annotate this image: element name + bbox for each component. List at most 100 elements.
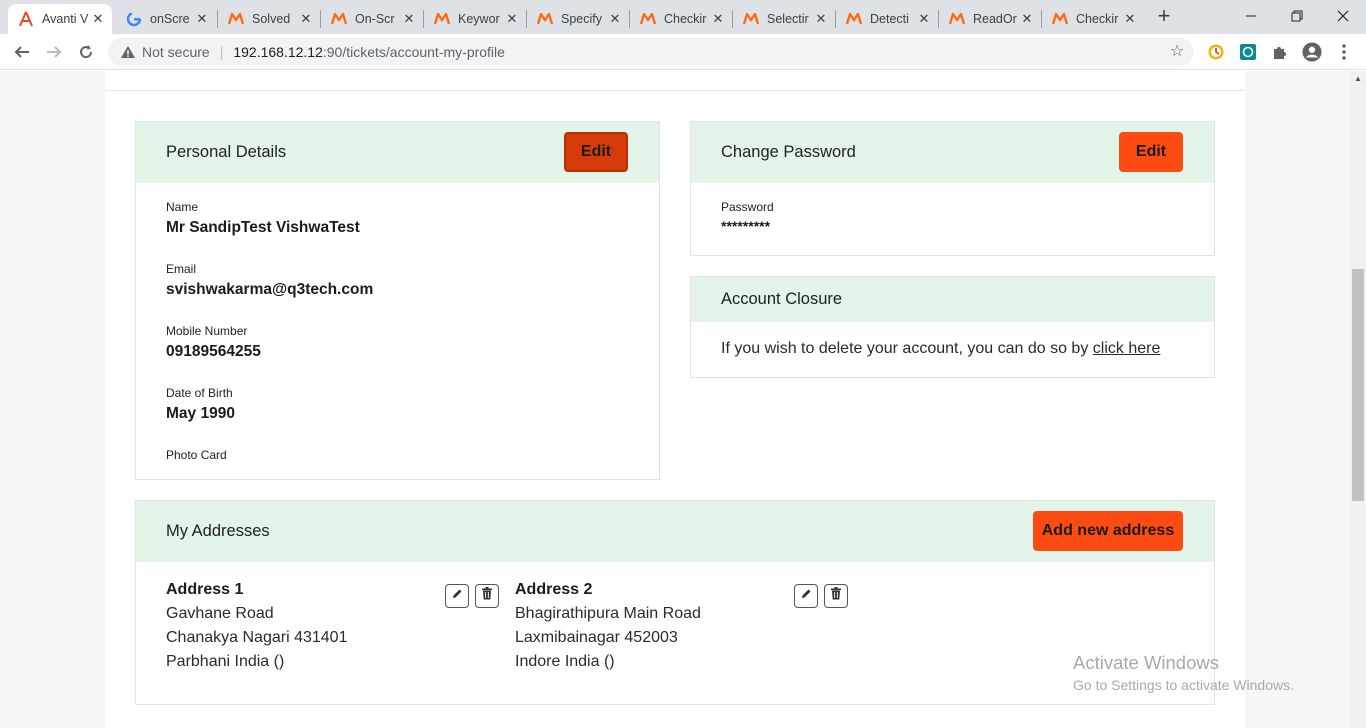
tab-readonly[interactable]: ReadOr ✕ <box>939 4 1041 34</box>
my-addresses-title: My Addresses <box>166 522 270 540</box>
activate-windows-title: Activate Windows <box>1073 652 1219 673</box>
edit-address-1-button[interactable] <box>445 584 469 608</box>
katalon-icon <box>949 11 965 27</box>
address-2-line1: Bhagirathipura Main Road <box>515 605 701 622</box>
close-icon[interactable]: ✕ <box>504 11 520 27</box>
tab-label: Checkir <box>1076 12 1119 26</box>
close-icon[interactable]: ✕ <box>194 11 210 27</box>
email-value: svishwakarma@q3tech.com <box>166 281 374 298</box>
page-scrollbar[interactable]: ▲ <box>1350 71 1366 728</box>
restore-button[interactable] <box>1274 0 1320 32</box>
address-1-line1: Gavhane Road <box>166 605 274 622</box>
tab-strip: Avanti V ✕ onScre ✕ Solved ✕ On-Scr ✕ Ke… <box>0 0 1366 34</box>
dob-label: Date of Birth <box>166 386 233 400</box>
katalon-icon <box>434 11 450 27</box>
page-viewport: Personal Details Edit Name Mr SandipTest… <box>0 71 1350 728</box>
close-icon[interactable]: ✕ <box>607 11 623 27</box>
change-password-title: Change Password <box>721 143 856 161</box>
my-addresses-card: My Addresses Add new address Address 1 G… <box>135 500 1215 705</box>
close-icon[interactable]: ✕ <box>916 11 932 27</box>
close-icon[interactable]: ✕ <box>1122 11 1138 27</box>
new-tab-button[interactable]: + <box>1152 5 1176 29</box>
katalon-icon <box>537 11 553 27</box>
close-icon[interactable]: ✕ <box>813 11 829 27</box>
tab-label: Detecti <box>870 12 909 26</box>
google-icon <box>126 11 142 27</box>
trash-icon <box>481 587 493 605</box>
scrollbar-thumb[interactable] <box>1352 269 1364 501</box>
email-label: Email <box>166 262 197 276</box>
tab-keyword[interactable]: Keywor ✕ <box>424 4 526 34</box>
tab-checking-2[interactable]: Checkir ✕ <box>1042 4 1144 34</box>
profile-page: Personal Details Edit Name Mr SandipTest… <box>105 71 1245 728</box>
close-icon[interactable]: ✕ <box>298 11 314 27</box>
activate-windows-subtitle: Go to Settings to activate Windows. <box>1073 677 1294 693</box>
edit-password-button[interactable]: Edit <box>1119 132 1183 172</box>
page-divider <box>105 90 1245 91</box>
delete-address-2-button[interactable] <box>824 584 848 608</box>
forward-arrow-icon[interactable] <box>42 40 66 64</box>
extension-clock-icon[interactable] <box>1206 42 1226 62</box>
name-value: Mr SandipTest VishwaTest <box>166 219 360 236</box>
account-closure-card: Account Closure If you wish to delete yo… <box>690 276 1215 378</box>
url-host: 192.168.12.12 <box>233 44 323 60</box>
account-closure-title: Account Closure <box>721 290 843 308</box>
extension-teal-icon[interactable] <box>1238 42 1258 62</box>
avanti-logo-icon <box>18 11 34 27</box>
close-icon[interactable]: ✕ <box>401 11 417 27</box>
scroll-up-arrow-icon[interactable]: ▲ <box>1354 75 1362 83</box>
minimize-button[interactable] <box>1228 0 1274 32</box>
password-label: Password <box>721 200 774 214</box>
close-icon[interactable]: ✕ <box>90 11 106 27</box>
mobile-label: Mobile Number <box>166 324 248 338</box>
photo-card-label: Photo Card <box>166 448 227 462</box>
close-icon[interactable]: ✕ <box>1019 11 1035 27</box>
address-1-title: Address 1 <box>166 581 244 598</box>
add-new-address-button[interactable]: Add new address <box>1033 511 1183 551</box>
security-status[interactable]: Not secure <box>142 44 210 60</box>
tab-label: Checkir <box>664 12 707 26</box>
dob-value: May 1990 <box>166 405 235 422</box>
tab-avanti[interactable]: Avanti V ✕ <box>8 4 112 34</box>
browser-toolbar: Not secure | 192.168.12.12:90/tickets/ac… <box>0 34 1366 70</box>
puzzle-icon[interactable] <box>1270 42 1290 62</box>
delete-address-1-button[interactable] <box>475 584 499 608</box>
profile-avatar-icon[interactable] <box>1302 42 1322 62</box>
delete-account-link[interactable]: click here <box>1093 340 1161 357</box>
tab-label: Solved <box>252 12 291 26</box>
pencil-icon <box>451 587 463 605</box>
tab-checking-1[interactable]: Checkir ✕ <box>630 4 732 34</box>
edit-address-2-button[interactable] <box>794 584 818 608</box>
tab-label: onScre <box>150 12 190 26</box>
close-window-button[interactable] <box>1320 0 1366 32</box>
name-label: Name <box>166 200 199 214</box>
tab-on-screen[interactable]: On-Scr ✕ <box>321 4 423 34</box>
address-1-line2: Chanakya Nagari 431401 <box>166 629 348 646</box>
katalon-icon <box>846 11 862 27</box>
browser-menu-icon[interactable] <box>1334 42 1354 62</box>
personal-details-title: Personal Details <box>166 143 287 161</box>
tab-onscreen[interactable]: onScre ✕ <box>116 4 216 34</box>
katalon-icon <box>743 11 759 27</box>
address-2-title: Address 2 <box>515 581 593 598</box>
tab-label: Avanti V <box>42 12 89 26</box>
katalon-icon <box>331 11 347 27</box>
account-closure-header: Account Closure <box>691 277 1214 322</box>
address-bar[interactable]: Not secure | 192.168.12.12:90/tickets/ac… <box>108 38 1194 66</box>
reload-icon[interactable] <box>74 40 98 64</box>
tab-specify[interactable]: Specify ✕ <box>527 4 629 34</box>
tab-selecting[interactable]: Selectir ✕ <box>733 4 835 34</box>
back-arrow-icon[interactable] <box>10 40 34 64</box>
close-icon[interactable]: ✕ <box>710 11 726 27</box>
tab-detecting[interactable]: Detecti ✕ <box>836 4 938 34</box>
change-password-card: Change Password Edit Password ********* <box>690 121 1215 256</box>
edit-personal-details-button[interactable]: Edit <box>564 132 628 172</box>
account-closure-message: If you wish to delete your account, you … <box>721 340 1160 358</box>
url-path: :90/tickets/account-my-profile <box>322 44 505 60</box>
tab-solved[interactable]: Solved ✕ <box>218 4 320 34</box>
bookmark-star-icon[interactable]: ☆ <box>1168 43 1186 61</box>
tab-label: On-Scr <box>355 12 395 26</box>
personal-details-card: Personal Details Edit Name Mr SandipTest… <box>135 121 660 480</box>
account-closure-text: If you wish to delete your account, you … <box>721 340 1089 357</box>
tab-label: ReadOr <box>973 12 1017 26</box>
